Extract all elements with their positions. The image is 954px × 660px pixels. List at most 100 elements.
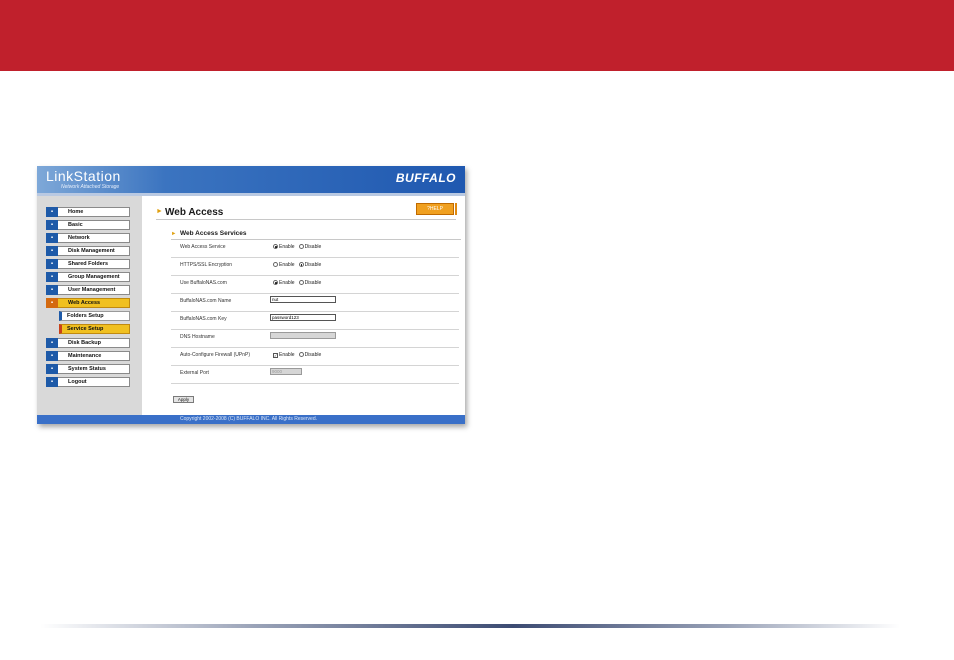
sidebar-item-shared-folders[interactable]: ▪ Shared Folders [46, 259, 130, 269]
app-header: LinkStation Network Attached Storage BUF… [37, 166, 465, 193]
sidebar-subitem-service-setup[interactable]: Service Setup [59, 324, 130, 334]
sidebar-item-disk-backup[interactable]: ▪ Disk Backup [46, 338, 130, 348]
sidebar-item-label: Basic [68, 222, 83, 228]
field-label: DNS Hostname [180, 334, 215, 340]
sidebar-item-label: Home [68, 209, 84, 215]
linkstation-screenshot: LinkStation Network Attached Storage BUF… [37, 166, 465, 424]
row-dns-hostname: DNS Hostname [171, 330, 459, 348]
buffalonas-disable-radio[interactable] [298, 280, 304, 285]
field-label: Web Access Service [180, 244, 226, 250]
upnp-checkbox[interactable]: ✓ [273, 353, 278, 358]
web-access-service-enable-radio[interactable] [273, 244, 278, 249]
copyright-text: Copyright 2002-2008 (C) BUFFALO INC. All… [180, 416, 317, 422]
ssl-enable-radio[interactable] [273, 262, 278, 267]
bottom-gradient-rule [40, 624, 900, 628]
home-icon: ▪ [46, 207, 58, 217]
folder-icon: ▪ [46, 259, 58, 269]
section-arrow-icon: ► [171, 231, 177, 237]
radio-label: Disable [304, 280, 322, 286]
apply-button[interactable]: Apply [173, 396, 194, 403]
row-external-port: External Port 9000 [171, 366, 459, 384]
help-accent [455, 203, 457, 215]
ssl-disable-radio[interactable] [298, 262, 304, 267]
row-buffalonas-key: BuffaloNAS.com Key password123 [171, 312, 459, 330]
network-icon: ▪ [46, 233, 58, 243]
web-access-service-disable-radio[interactable] [298, 244, 304, 249]
sidebar-item-user-management[interactable]: ▪ User Management [46, 285, 130, 295]
upnp-options: ✓ Enable Disable [273, 352, 325, 358]
brand-tagline: Network Attached Storage [61, 184, 120, 190]
ssl-options: Enable Disable [273, 262, 325, 268]
logout-icon: ▪ [46, 377, 58, 387]
sidebar-item-home[interactable]: ▪ Home [46, 207, 130, 217]
sidebar-item-label: Network [68, 235, 90, 241]
sidebar-item-web-access[interactable]: ▪ Web Access [46, 298, 130, 308]
sidebar-item-disk-management[interactable]: ▪ Disk Management [46, 246, 130, 256]
sidebar-item-logout[interactable]: ▪ Logout [46, 377, 130, 387]
row-upnp: Auto-Configure Firewall (UPnP) ✓ Enable Di… [171, 348, 459, 366]
checkbox-label: Enable [279, 352, 295, 358]
title-divider [156, 219, 456, 220]
sidebar-item-label: Maintenance [68, 353, 102, 359]
sidebar-item-label: Disk Backup [68, 340, 102, 346]
radio-label: Enable [279, 262, 295, 268]
buffalonas-enable-radio[interactable] [273, 280, 278, 285]
row-https-ssl: HTTPS/SSL Encryption Enable Disable [171, 258, 459, 276]
sidebar-item-basic[interactable]: ▪ Basic [46, 220, 130, 230]
radio-label: Disable [304, 262, 322, 268]
sidebar-item-group-management[interactable]: ▪ Group Management [46, 272, 130, 282]
web-access-service-options: Enable Disable [273, 244, 325, 250]
sidebar-item-label: Shared Folders [68, 261, 109, 267]
field-label: BuffaloNAS.com Key [180, 316, 227, 322]
brand-logo: LinkStation [46, 168, 121, 184]
field-label: BuffaloNAS.com Name [180, 298, 232, 304]
row-use-buffalonas: Use BuffaloNAS.com Enable Disable [171, 276, 459, 294]
radio-label: Enable [279, 244, 295, 250]
buffalo-logo: BUFFALO [395, 171, 456, 185]
field-label: External Port [180, 370, 209, 376]
footer: Copyright 2002-2008 (C) BUFFALO INC. All… [37, 415, 465, 424]
radio-label: Disable [304, 352, 322, 358]
sidebar-item-label: Web Access [68, 300, 101, 306]
basic-icon: ▪ [46, 220, 58, 230]
buffalonas-options: Enable Disable [273, 280, 325, 286]
sidebar-item-label: Disk Management [68, 248, 115, 254]
sidebar: ▪ Home ▪ Basic ▪ Network ▪ Disk Manageme… [37, 196, 142, 415]
dns-hostname-input[interactable] [270, 332, 336, 339]
user-icon: ▪ [46, 285, 58, 295]
buffalonas-key-input[interactable]: password123 [270, 314, 336, 321]
radio-label: Enable [279, 280, 295, 286]
maintenance-icon: ▪ [46, 351, 58, 361]
section-title: Web Access Services [180, 230, 247, 237]
buffalonas-name-input[interactable]: nut [270, 296, 336, 303]
field-label: Auto-Configure Firewall (UPnP) [180, 352, 251, 358]
sidebar-item-label: User Management [68, 287, 116, 293]
field-label: Use BuffaloNAS.com [180, 280, 227, 286]
sidebar-item-system-status[interactable]: ▪ System Status [46, 364, 130, 374]
row-buffalonas-name: BuffaloNAS.com Name nut [171, 294, 459, 312]
upnp-disable-radio[interactable] [298, 352, 304, 357]
radio-label: Disable [304, 244, 322, 250]
title-arrow-icon: ► [156, 208, 163, 215]
group-icon: ▪ [46, 272, 58, 282]
disk-icon: ▪ [46, 246, 58, 256]
web-icon: ▪ [46, 298, 58, 308]
sidebar-subitem-folders-setup[interactable]: Folders Setup [59, 311, 130, 321]
sidebar-item-maintenance[interactable]: ▪ Maintenance [46, 351, 130, 361]
field-label: HTTPS/SSL Encryption [180, 262, 233, 268]
sidebar-item-label: System Status [68, 366, 106, 372]
top-red-banner [0, 0, 954, 71]
row-web-access-service: Web Access Service Enable Disable [171, 240, 459, 258]
sidebar-subitem-label: Service Setup [67, 326, 104, 332]
main-panel: ► Web Access ?HELP ► Web Access Services… [142, 196, 465, 415]
page-title: Web Access [165, 207, 224, 218]
row-divider [171, 383, 459, 384]
status-icon: ▪ [46, 364, 58, 374]
help-button[interactable]: ?HELP [416, 203, 454, 215]
backup-icon: ▪ [46, 338, 58, 348]
sidebar-item-network[interactable]: ▪ Network [46, 233, 130, 243]
sidebar-item-label: Logout [68, 379, 87, 385]
sidebar-item-label: Group Management [68, 274, 120, 280]
external-port-input[interactable]: 9000 [270, 368, 302, 375]
sidebar-subitem-label: Folders Setup [67, 313, 104, 319]
